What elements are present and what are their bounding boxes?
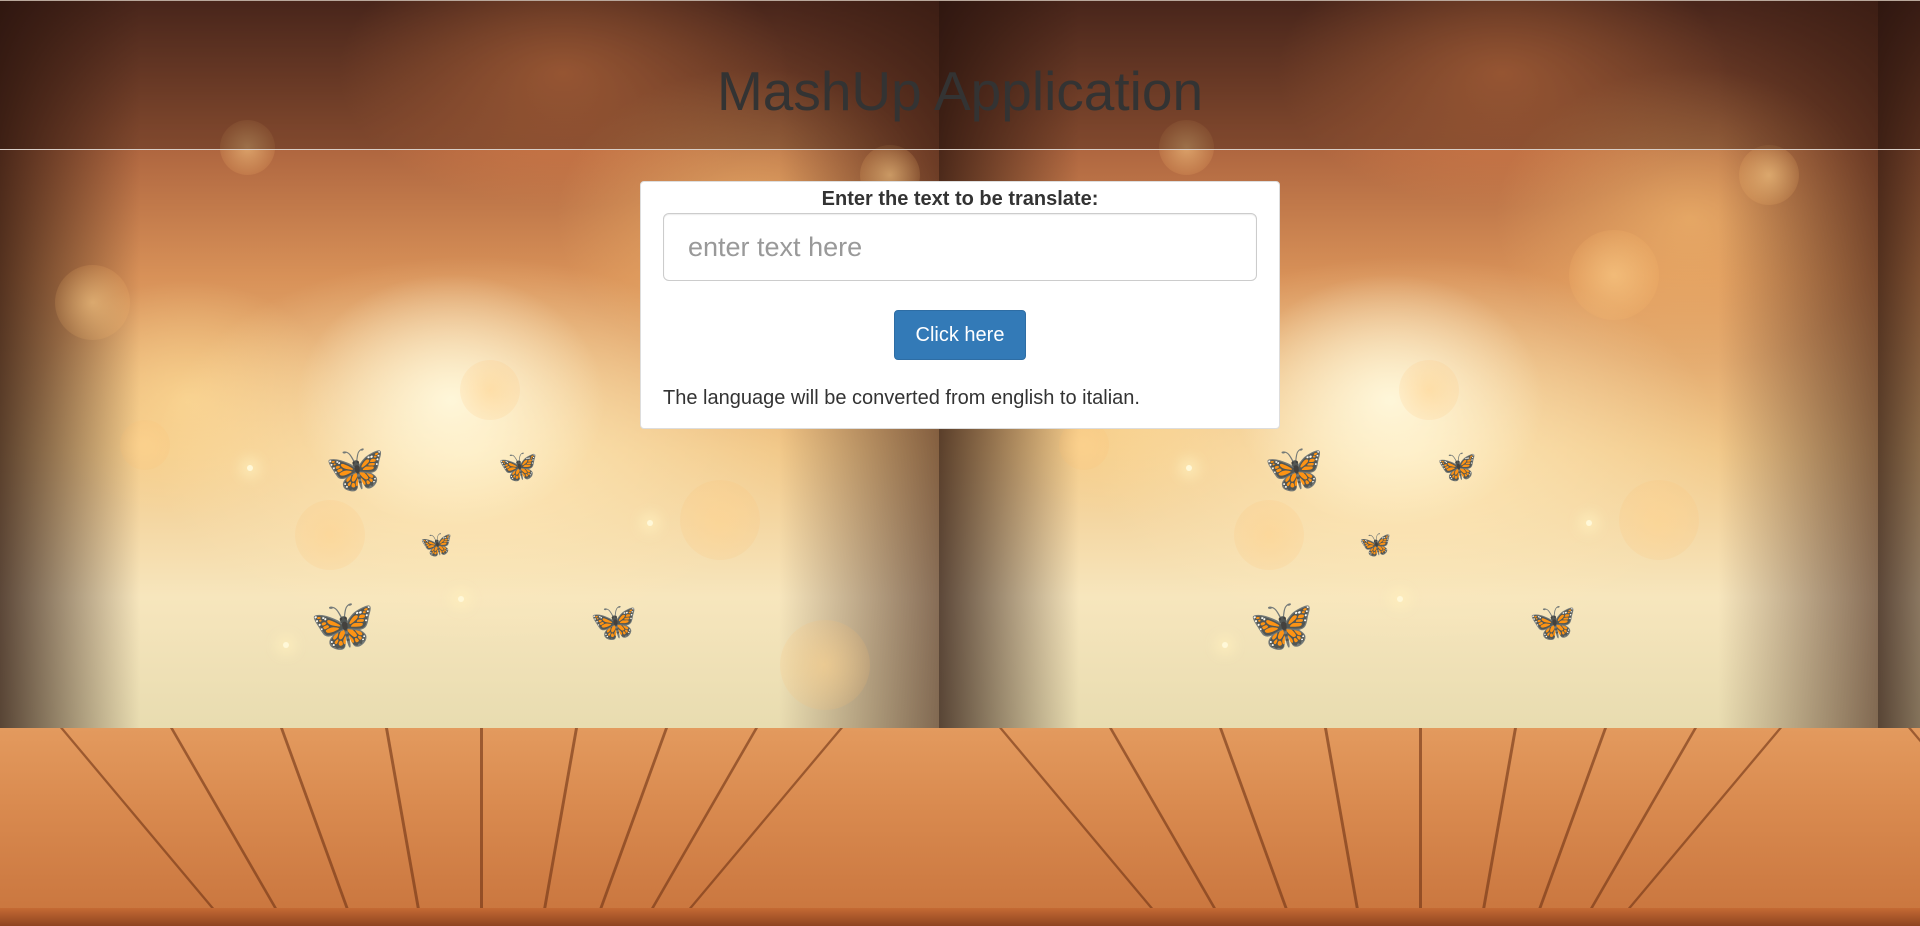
butterfly-icon: 🦋 (498, 447, 538, 485)
header: MashUp Application (0, 0, 1920, 150)
page: 🦋 🦋 🦋 🦋 🦋 🦋 🦋 🦋 🦋 🦋 MashUp Application E… (0, 0, 1920, 926)
input-label: Enter the text to be translate: (821, 188, 1099, 210)
butterfly-icon: 🦋 (420, 530, 453, 560)
butterfly-icon: 🦋 (1437, 447, 1477, 485)
click-here-button[interactable]: Click here (894, 310, 1026, 360)
language-note: The language will be converted from engl… (663, 387, 1140, 409)
butterfly-icon: 🦋 (1529, 600, 1577, 644)
butterfly-icon: 🦋 (1359, 530, 1392, 560)
butterfly-icon: 🦋 (590, 600, 638, 644)
butterfly-icon: 🦋 (310, 596, 375, 656)
translate-panel: Enter the text to be translate: Click he… (640, 181, 1280, 429)
text-input[interactable] (663, 213, 1257, 281)
butterfly-icon: 🦋 (1249, 596, 1314, 656)
butterfly-icon: 🦋 (325, 441, 385, 497)
page-title: MashUp Application (716, 60, 1204, 122)
butterfly-icon: 🦋 (1264, 441, 1324, 497)
